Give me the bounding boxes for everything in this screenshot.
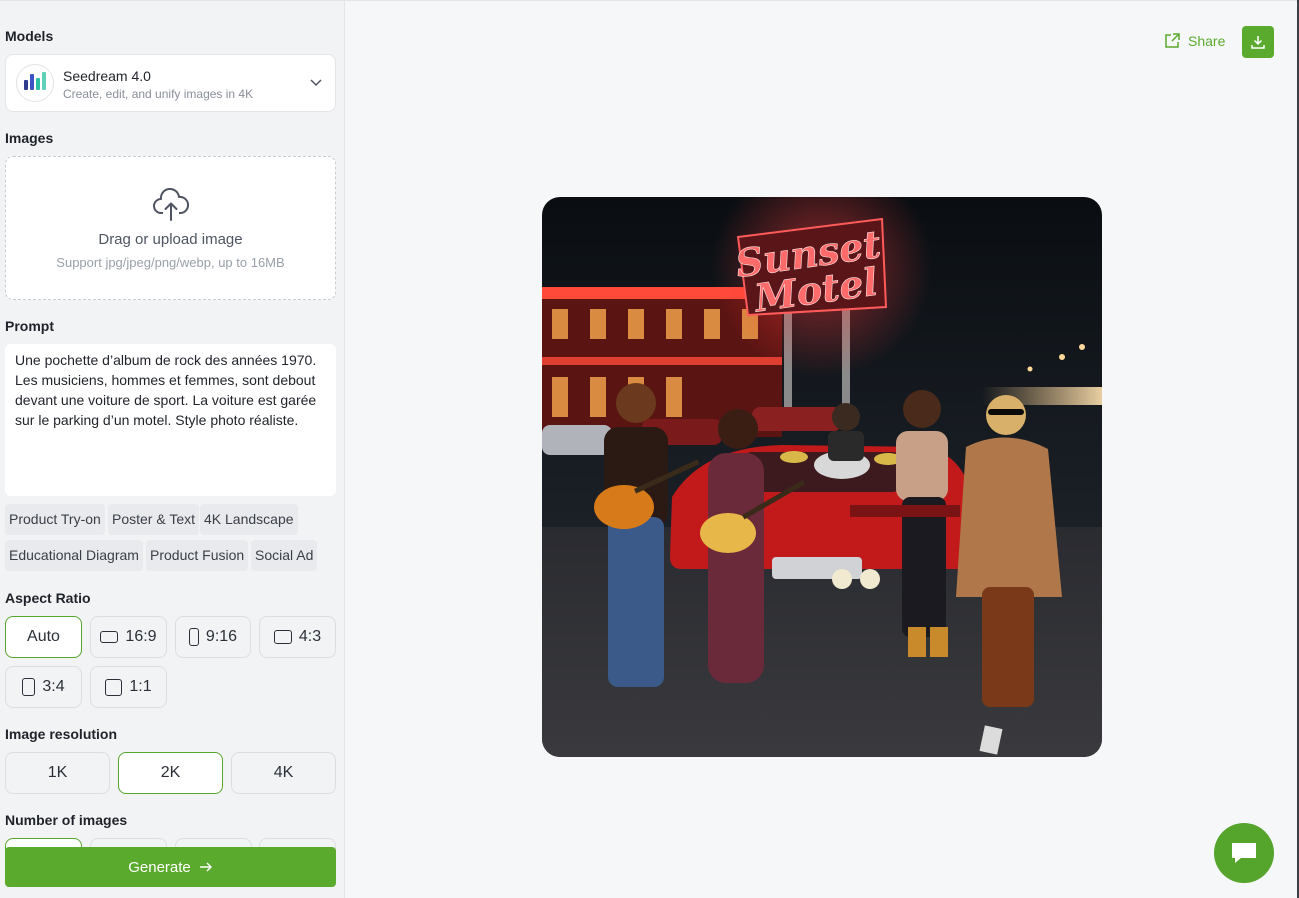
model-name: Seedream 4.0 [63, 68, 151, 84]
square-shape-icon [105, 678, 123, 696]
generated-image[interactable]: Sunset Motel [542, 197, 1102, 757]
ratio-3-4-button[interactable]: 3:4 [5, 666, 82, 708]
resolution-1k-label: 1K [47, 764, 68, 781]
images-label: Images [5, 130, 54, 146]
tag-4k-landscape[interactable]: 4K Landscape [200, 504, 298, 535]
model-selector[interactable]: Seedream 4.0 Create, edit, and unify ima… [5, 54, 336, 112]
image-upload-dropzone[interactable]: Drag or upload image Support jpg/jpeg/pn… [5, 156, 336, 300]
cloud-upload-icon [153, 188, 190, 221]
landscape-shape-icon [100, 631, 119, 643]
seedream-logo-icon [16, 64, 54, 102]
model-description: Create, edit, and unify images in 4K [63, 87, 254, 101]
chat-support-button[interactable] [1214, 823, 1274, 883]
prompt-label: Prompt [5, 318, 54, 334]
share-button[interactable]: Share [1163, 32, 1225, 50]
resolution-2k-label: 2K [160, 764, 181, 781]
generate-label: Generate [128, 858, 191, 876]
ratio-3-4-label: 3:4 [42, 678, 65, 695]
ratio-auto-label: Auto [27, 628, 60, 645]
portrait-shape-icon [22, 678, 36, 696]
ratio-auto-button[interactable]: Auto [5, 616, 82, 658]
prompt-input[interactable]: Une pochette d’album de rock des années … [5, 344, 336, 496]
arrow-right-icon [199, 862, 212, 872]
upload-subtitle: Support jpg/jpeg/png/webp, up to 16MB [56, 255, 285, 270]
upload-title: Drag or upload image [98, 231, 243, 248]
ratio-16-9-label: 16:9 [125, 628, 157, 645]
landscape-shape-icon [273, 630, 292, 644]
ratio-1-1-button[interactable]: 1:1 [90, 666, 167, 708]
resolution-label: Image resolution [5, 726, 118, 742]
ratio-9-16-label: 9:16 [205, 628, 238, 645]
tag-social-ad[interactable]: Social Ad [251, 540, 318, 571]
chat-bubble-icon [1232, 843, 1256, 863]
ratio-9-16-button[interactable]: 9:16 [175, 616, 251, 658]
ratio-4-3-label: 4:3 [298, 628, 322, 645]
download-button[interactable] [1242, 26, 1274, 58]
settings-panel: Models Seedream 4.0 Create, edit, and un… [0, 0, 345, 898]
share-label: Share [1188, 33, 1226, 49]
ratio-16-9-button[interactable]: 16:9 [90, 616, 167, 658]
download-icon [1251, 36, 1265, 49]
resolution-1k-button[interactable]: 1K [5, 752, 110, 794]
rock-album-cover-image: Sunset Motel [542, 197, 1102, 757]
portrait-shape-icon [188, 628, 199, 646]
chevron-down-icon [310, 79, 322, 87]
resolution-2k-button[interactable]: 2K [118, 752, 223, 794]
generate-button[interactable]: Generate [5, 847, 336, 887]
resolution-4k-label: 4K [273, 764, 294, 781]
ratio-4-3-button[interactable]: 4:3 [259, 616, 336, 658]
tag-educational-diagram[interactable]: Educational Diagram [5, 540, 143, 571]
num-images-label: Number of images [5, 812, 128, 828]
tag-product-try-on[interactable]: Product Try-on [5, 504, 105, 535]
aspect-ratio-label: Aspect Ratio [5, 590, 91, 606]
tag-poster-text[interactable]: Poster & Text [108, 504, 200, 535]
share-icon [1165, 33, 1180, 48]
preview-area: Share Sunset Motel [345, 0, 1299, 898]
ratio-1-1-label: 1:1 [129, 678, 152, 695]
models-label: Models [5, 28, 54, 44]
resolution-4k-button[interactable]: 4K [231, 752, 336, 794]
tag-product-fusion[interactable]: Product Fusion [146, 540, 249, 571]
